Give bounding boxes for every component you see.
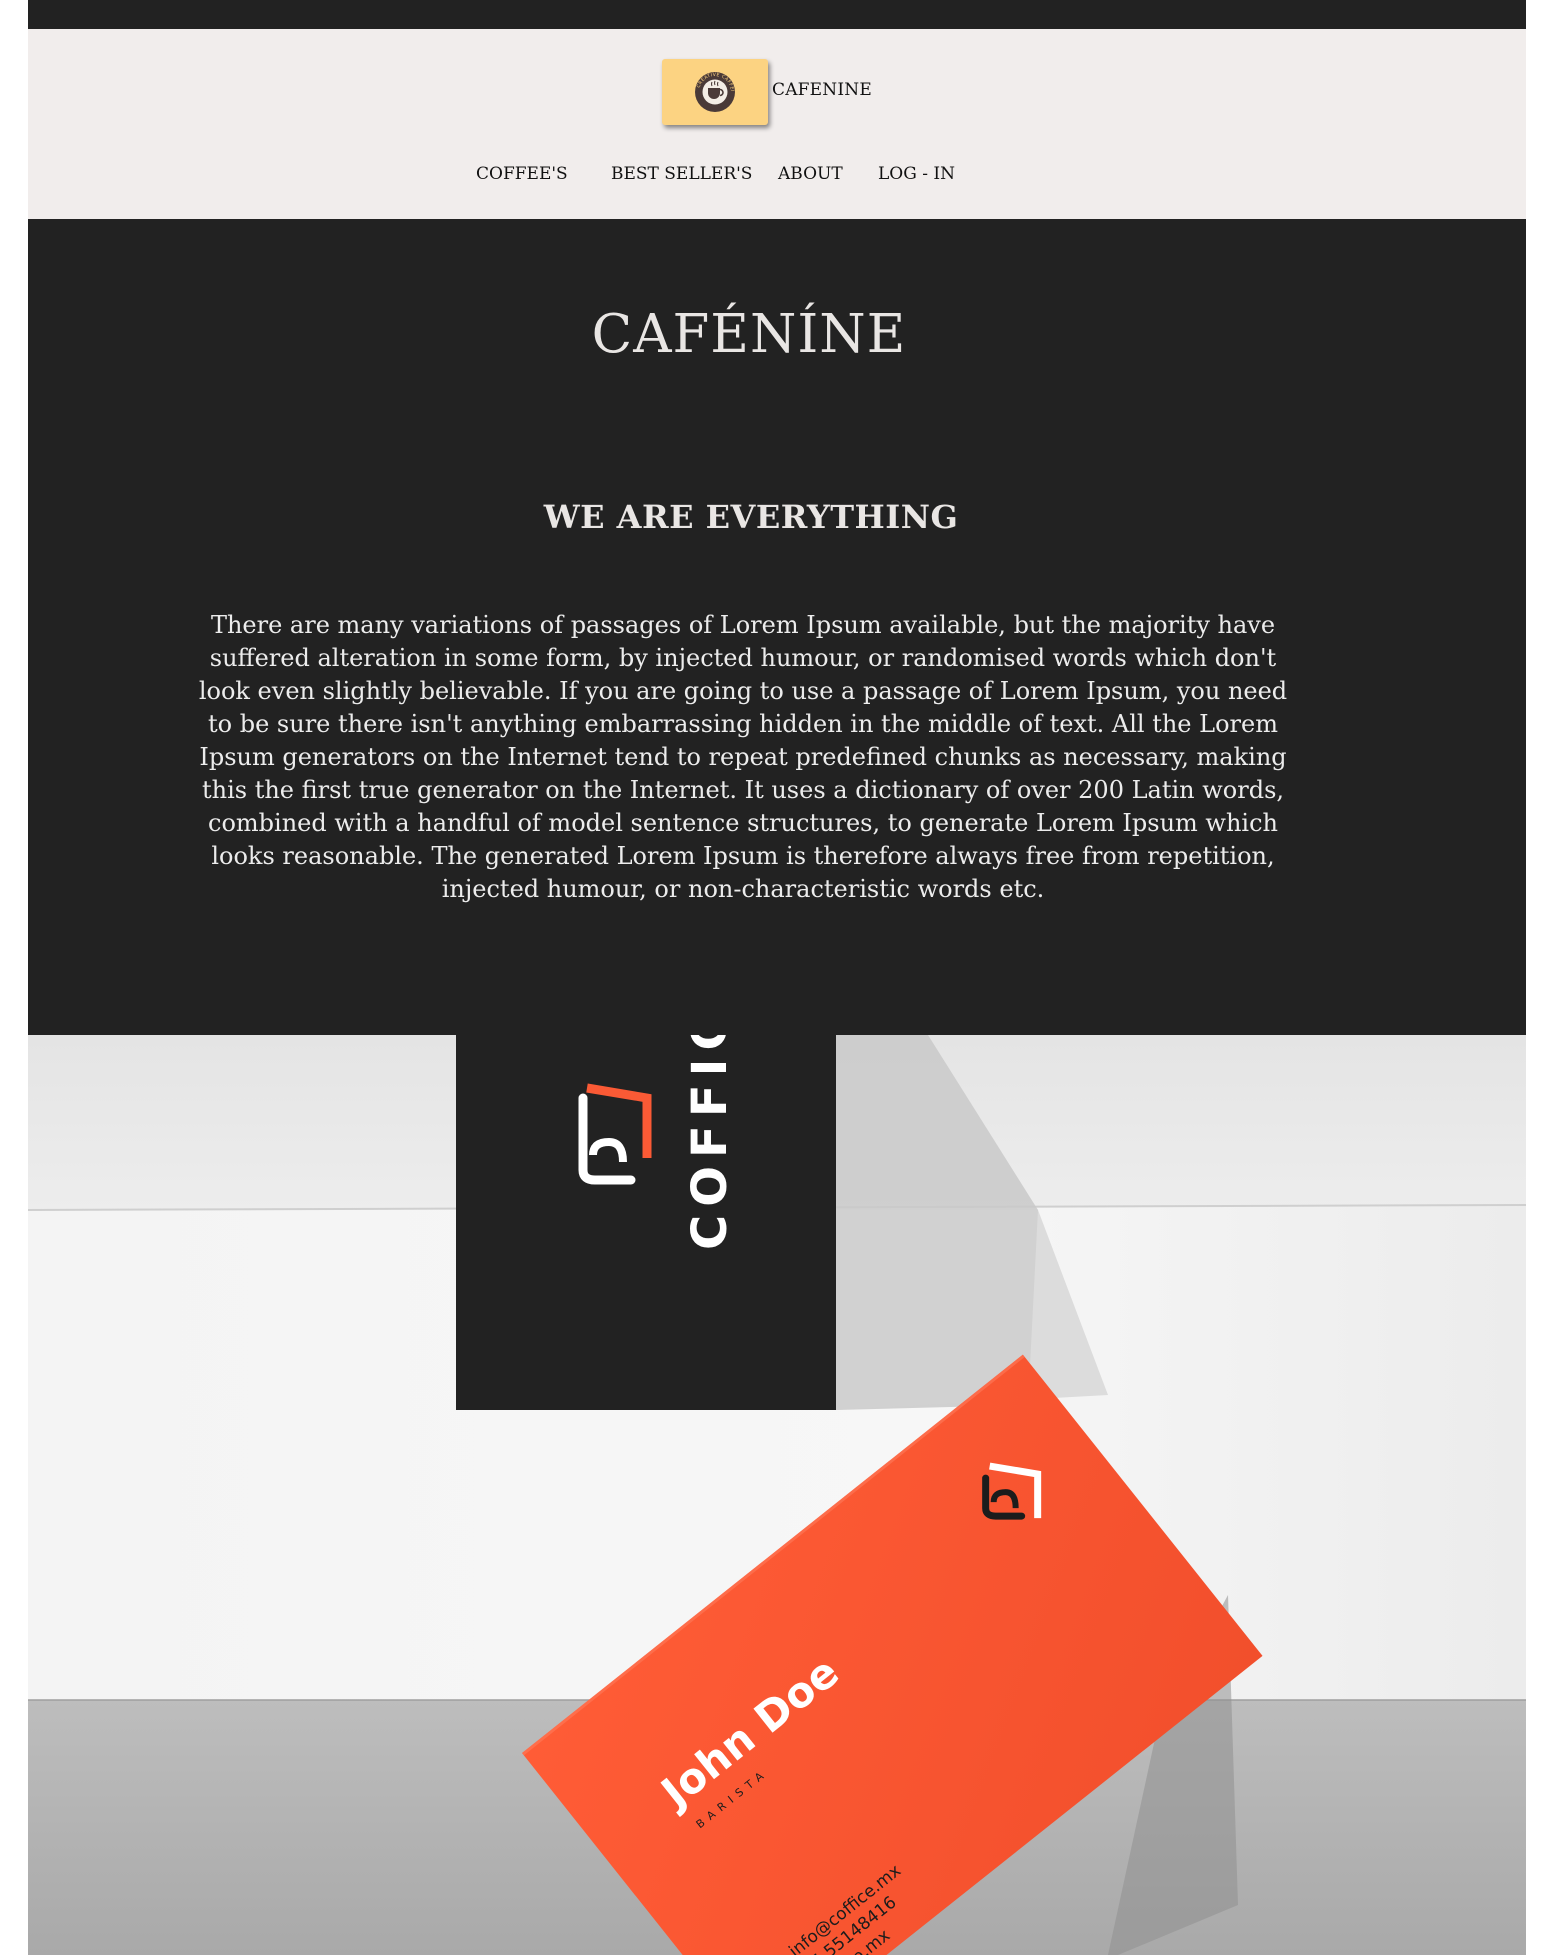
nav-item-best-sellers[interactable]: BEST SELLER'S	[611, 164, 752, 184]
hero-section: CAFÉNÍNE WE ARE EVERYTHING There are man…	[28, 219, 1526, 1035]
page: CREATIVE CAFFEINE CAFENINE COFFEE'S BEST…	[28, 0, 1526, 1960]
business-cards-image: COFFIC John Doe BARISTA info@coffice.mx …	[28, 1035, 1526, 1955]
nav-item-log-in[interactable]: LOG - IN	[878, 164, 955, 184]
hero-subtitle: WE ARE EVERYTHING	[543, 498, 959, 536]
coffee-cup-logo-icon: CREATIVE CAFFEINE	[693, 70, 735, 112]
logo[interactable]: CREATIVE CAFFEINE	[662, 59, 768, 125]
main-nav: COFFEE'S BEST SELLER'S ABOUT LOG - IN	[28, 164, 1526, 188]
hero-title: CAFÉNÍNE	[591, 304, 907, 365]
black-business-card	[456, 1035, 836, 1410]
hero-body-text: There are many variations of passages of…	[198, 611, 1288, 903]
nav-item-coffees[interactable]: COFFEE'S	[476, 164, 568, 184]
business-cards-photo: COFFIC John Doe BARISTA info@coffice.mx …	[28, 1035, 1526, 1955]
nav-item-about[interactable]: ABOUT	[778, 164, 843, 184]
site-header: CREATIVE CAFFEINE CAFENINE COFFEE'S BEST…	[28, 29, 1526, 219]
top-bar	[28, 0, 1526, 29]
brand-name[interactable]: CAFENINE	[772, 80, 872, 100]
black-card-text: COFFIC	[682, 1035, 738, 1250]
